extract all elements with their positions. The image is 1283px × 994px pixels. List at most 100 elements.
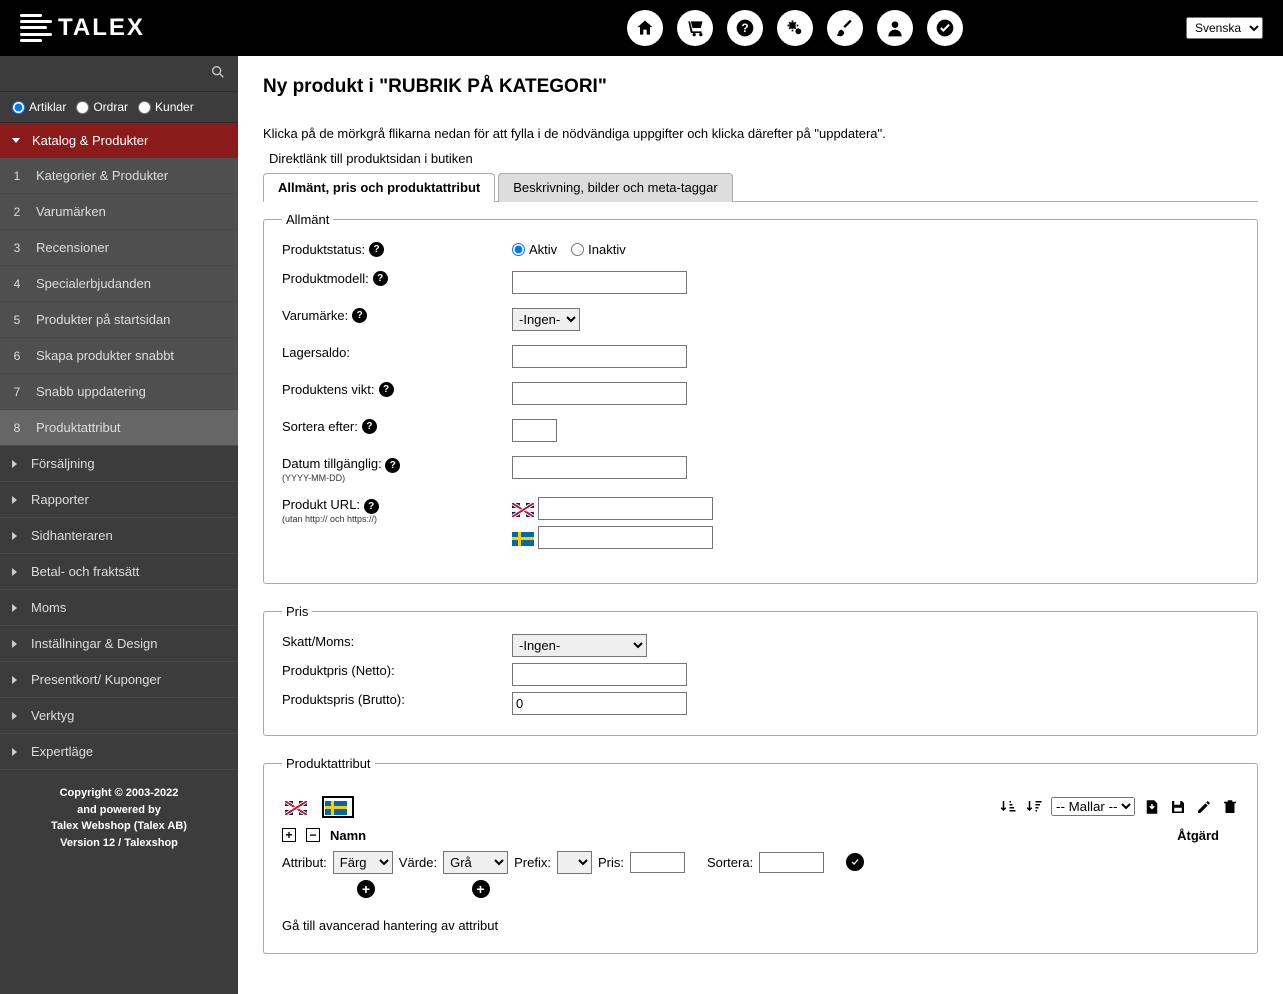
input-date[interactable]	[512, 456, 687, 479]
nav-expert[interactable]: Expertläge	[0, 734, 238, 770]
logo-text: TALEX	[58, 14, 145, 42]
input-attr-price[interactable]	[630, 852, 685, 873]
help-icon[interactable]: ?	[379, 382, 394, 397]
label-value: Värde:	[399, 855, 437, 870]
flag-uk-icon	[512, 503, 534, 517]
select-value[interactable]: Grå	[443, 851, 508, 874]
flag-se-icon	[512, 532, 534, 546]
nav-categories-products[interactable]: 1Kategorier & Produkter	[0, 158, 238, 194]
radio-ordrar[interactable]: Ordrar	[76, 100, 128, 114]
col-name: Namn	[330, 828, 366, 843]
label-stock: Lagersaldo:	[282, 345, 350, 360]
nav-settings-design[interactable]: Inställningar & Design	[0, 626, 238, 662]
radio-inactive[interactable]: Inaktiv	[571, 242, 626, 257]
logo-icon	[20, 12, 52, 44]
select-brand[interactable]: -Ingen-	[512, 308, 580, 331]
input-gross[interactable]	[512, 692, 687, 715]
label-weight: Produktens vikt:	[282, 382, 375, 397]
select-attribute[interactable]: Färg	[333, 851, 393, 874]
tab-general[interactable]: Allmänt, pris och produktattribut	[263, 173, 495, 202]
input-attr-sort[interactable]	[759, 852, 824, 873]
radio-active[interactable]: Aktiv	[512, 242, 557, 257]
search-scope-radios: Artiklar Ordrar Kunder	[0, 92, 238, 123]
expand-all-icon[interactable]: +	[282, 828, 296, 842]
nav-brands[interactable]: 2Varumärken	[0, 194, 238, 230]
label-date: Datum tillgänglig:	[282, 456, 382, 471]
help-icon[interactable]: ?	[362, 419, 377, 434]
help-icon[interactable]: ?	[364, 499, 379, 514]
help-icon[interactable]: ?	[727, 10, 763, 46]
direct-link[interactable]: Direktlänk till produktsidan i butiken	[269, 151, 1258, 166]
trash-icon[interactable]	[1221, 798, 1239, 816]
nav-vat[interactable]: Moms	[0, 590, 238, 626]
nav-product-attributes[interactable]: 8Produktattribut	[0, 410, 238, 446]
fieldset-price: Pris Skatt/Moms: -Ingen- Produktpris (Ne…	[263, 604, 1258, 736]
edit-icon[interactable]	[1195, 798, 1213, 816]
input-stock[interactable]	[512, 345, 687, 368]
sidebar-search[interactable]	[0, 56, 238, 92]
nav-giftcards[interactable]: Presentkort/ Kuponger	[0, 662, 238, 698]
sidebar: Artiklar Ordrar Kunder Katalog & Produkt…	[0, 56, 238, 994]
lang-flag-se[interactable]	[322, 796, 354, 818]
footer-text: Copyright © 2003-2022 and powered by Tal…	[0, 770, 238, 866]
legend-price: Pris	[282, 604, 312, 619]
label-brand: Varumärke:	[282, 308, 348, 323]
input-weight[interactable]	[512, 382, 687, 405]
label-prefix: Prefix:	[514, 855, 551, 870]
save-icon[interactable]	[1169, 798, 1187, 816]
main-content: Ny produkt i "RUBRIK PÅ KATEGORI" Klicka…	[238, 56, 1283, 994]
help-icon[interactable]: ?	[369, 242, 384, 257]
select-tax[interactable]: -Ingen-	[512, 634, 647, 657]
nav-payment-shipping[interactable]: Betal- och fraktsätt	[0, 554, 238, 590]
help-icon[interactable]: ?	[373, 271, 388, 286]
input-model[interactable]	[512, 271, 687, 294]
nav-reports[interactable]: Rapporter	[0, 482, 238, 518]
radio-artiklar[interactable]: Artiklar	[12, 100, 66, 114]
tabs: Allmänt, pris och produktattribut Beskri…	[263, 172, 1258, 202]
help-icon[interactable]: ?	[385, 458, 400, 473]
nav-reviews[interactable]: 3Recensioner	[0, 230, 238, 266]
nav-page-manager[interactable]: Sidhanteraren	[0, 518, 238, 554]
nav-sales[interactable]: Försäljning	[0, 446, 238, 482]
confirm-attr-button[interactable]	[846, 853, 864, 871]
import-icon[interactable]	[1143, 798, 1161, 816]
nav-catalog[interactable]: Katalog & Produkter	[0, 123, 238, 158]
nav-quick-update[interactable]: 7Snabb uppdatering	[0, 374, 238, 410]
label-url: Produkt URL:	[282, 497, 360, 512]
label-tax: Skatt/Moms:	[282, 634, 354, 649]
nav-specials[interactable]: 4Specialerbjudanden	[0, 266, 238, 302]
col-action: Åtgärd	[1177, 828, 1219, 843]
nav-quick-create[interactable]: 6Skapa produkter snabbt	[0, 338, 238, 374]
input-net[interactable]	[512, 663, 687, 686]
select-templates[interactable]: -- Mallar --	[1051, 797, 1135, 816]
check-icon[interactable]	[927, 10, 963, 46]
advanced-attr-link[interactable]: Gå till avancerad hantering av attribut	[282, 918, 1239, 933]
add-attribute-button[interactable]: +	[357, 880, 375, 898]
topbar: TALEX ? Svenska	[0, 0, 1283, 56]
home-icon[interactable]	[627, 10, 663, 46]
collapse-all-icon[interactable]: −	[306, 828, 320, 842]
lang-flag-uk[interactable]	[282, 796, 314, 818]
input-sort[interactable]	[512, 419, 557, 442]
brush-icon[interactable]	[827, 10, 863, 46]
nav-featured[interactable]: 5Produkter på startsidan	[0, 302, 238, 338]
user-icon[interactable]	[877, 10, 913, 46]
add-value-button[interactable]: +	[472, 880, 490, 898]
gears-icon[interactable]	[777, 10, 813, 46]
tab-description[interactable]: Beskrivning, bilder och meta-taggar	[498, 173, 733, 202]
help-icon[interactable]: ?	[352, 308, 367, 323]
nav-tools[interactable]: Verktyg	[0, 698, 238, 734]
label-pris: Pris:	[598, 855, 624, 870]
sort-asc-icon[interactable]	[999, 798, 1017, 816]
select-prefix[interactable]	[557, 851, 592, 874]
cart-icon[interactable]	[677, 10, 713, 46]
label-model: Produktmodell:	[282, 271, 369, 286]
fieldset-general: Allmänt Produktstatus: ? Aktiv Inaktiv P…	[263, 212, 1258, 584]
language-select[interactable]: Svenska	[1186, 17, 1263, 39]
input-url-sv[interactable]	[538, 526, 713, 549]
sort-desc-icon[interactable]	[1025, 798, 1043, 816]
radio-kunder[interactable]: Kunder	[138, 100, 194, 114]
fieldset-attributes: Produktattribut -- Mallar -- + − Namn Åt…	[263, 756, 1258, 954]
label-attr: Attribut:	[282, 855, 327, 870]
input-url-en[interactable]	[538, 497, 713, 520]
